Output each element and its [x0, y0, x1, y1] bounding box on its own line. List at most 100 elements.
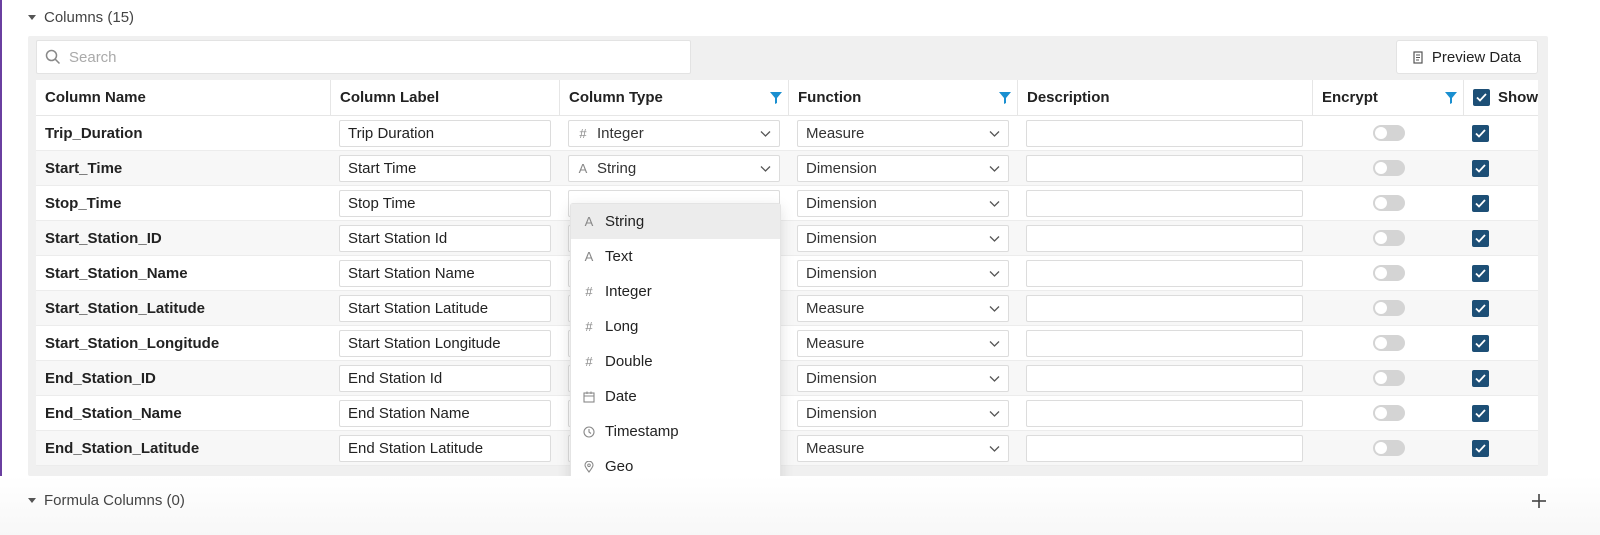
column-label-input[interactable]: Start Station Name — [339, 259, 551, 287]
encrypt-toggle[interactable] — [1372, 265, 1405, 281]
show-checkbox[interactable] — [1472, 404, 1489, 422]
description-input[interactable] — [1026, 399, 1303, 427]
table-row: Start_Time Start Time A String Dimension — [36, 151, 1538, 186]
columns-section-toggle[interactable]: Columns (15) — [28, 9, 134, 26]
dropdown-option-label: Geo — [605, 458, 634, 475]
formula-section-title: Formula Columns (0) — [44, 492, 185, 509]
chevron-down-icon — [989, 235, 1000, 242]
filter-icon[interactable] — [1445, 91, 1457, 104]
dropdown-option-string[interactable]: A String — [571, 204, 780, 239]
check-icon — [1475, 373, 1486, 383]
number-type-icon: # — [585, 284, 593, 299]
show-checkbox[interactable] — [1472, 124, 1489, 142]
dropdown-option-label: Integer — [605, 283, 652, 300]
encrypt-toggle[interactable] — [1372, 160, 1405, 176]
chevron-down-icon — [760, 130, 771, 137]
column-type-select[interactable]: # Integer — [568, 119, 780, 147]
function-select[interactable]: Dimension — [797, 399, 1009, 427]
filter-icon[interactable] — [999, 91, 1011, 104]
search-input[interactable] — [69, 48, 669, 66]
function-select[interactable]: Dimension — [797, 224, 1009, 252]
description-input[interactable] — [1026, 119, 1303, 147]
function-select[interactable]: Measure — [797, 434, 1009, 462]
search-box[interactable] — [36, 40, 691, 74]
function-select[interactable]: Measure — [797, 119, 1009, 147]
dropdown-option-long[interactable]: # Long — [571, 309, 780, 344]
show-checkbox[interactable] — [1472, 299, 1489, 317]
header-description[interactable]: Description — [1018, 79, 1313, 116]
dropdown-option-timestamp[interactable]: Timestamp — [571, 414, 780, 449]
show-checkbox[interactable] — [1472, 264, 1489, 282]
preview-data-icon — [1413, 50, 1423, 64]
column-label-input[interactable]: Start Time — [339, 154, 551, 182]
encrypt-toggle[interactable] — [1372, 300, 1405, 316]
description-input[interactable] — [1026, 434, 1303, 462]
dropdown-option-label: String — [605, 213, 645, 230]
encrypt-toggle[interactable] — [1372, 370, 1405, 386]
function-select[interactable]: Measure — [797, 294, 1009, 322]
preview-data-button[interactable]: Preview Data — [1396, 40, 1538, 74]
check-icon — [1476, 93, 1487, 102]
column-type-select[interactable]: A String — [568, 154, 780, 182]
column-label-input[interactable]: Start Station Latitude — [339, 294, 551, 322]
encrypt-toggle[interactable] — [1372, 195, 1405, 211]
show-checkbox[interactable] — [1472, 194, 1489, 212]
description-input[interactable] — [1026, 259, 1303, 287]
number-type-icon: # — [585, 354, 593, 369]
encrypt-toggle[interactable] — [1372, 125, 1405, 141]
type-icon: A — [578, 160, 588, 176]
show-checkbox[interactable] — [1472, 229, 1489, 247]
add-formula-icon[interactable] — [1530, 492, 1548, 510]
dropdown-option-text[interactable]: A Text — [571, 239, 780, 274]
check-icon — [1475, 233, 1486, 243]
function-select[interactable]: Measure — [797, 329, 1009, 357]
header-show[interactable]: Show — [1464, 80, 1538, 116]
function-value: Dimension — [806, 264, 877, 282]
column-label-input[interactable]: Trip Duration — [339, 119, 551, 147]
description-input[interactable] — [1026, 154, 1303, 182]
column-name: Stop_Time — [45, 194, 122, 212]
header-column-name[interactable]: Column Name — [36, 79, 331, 116]
header-column-type[interactable]: Column Type — [560, 79, 789, 116]
show-checkbox[interactable] — [1472, 369, 1489, 387]
dropdown-option-label: Double — [605, 353, 653, 370]
encrypt-toggle[interactable] — [1372, 230, 1405, 246]
description-input[interactable] — [1026, 189, 1303, 217]
column-label-input[interactable]: End Station Name — [339, 399, 551, 427]
dropdown-option-integer[interactable]: # Integer — [571, 274, 780, 309]
caret-down-icon — [28, 498, 36, 503]
chevron-down-icon — [989, 375, 1000, 382]
function-select[interactable]: Dimension — [797, 189, 1009, 217]
dropdown-option-double[interactable]: # Double — [571, 344, 780, 379]
function-select[interactable]: Dimension — [797, 259, 1009, 287]
show-checkbox[interactable] — [1472, 159, 1489, 177]
show-all-checkbox[interactable] — [1473, 89, 1490, 106]
column-label-input[interactable]: Start Station Id — [339, 224, 551, 252]
column-label-input[interactable]: Start Station Longitude — [339, 329, 551, 357]
show-checkbox[interactable] — [1472, 439, 1489, 457]
function-select[interactable]: Dimension — [797, 154, 1009, 182]
function-select[interactable]: Dimension — [797, 364, 1009, 392]
description-input[interactable] — [1026, 364, 1303, 392]
encrypt-toggle[interactable] — [1372, 335, 1405, 351]
encrypt-toggle[interactable] — [1372, 440, 1405, 456]
header-encrypt[interactable]: Encrypt — [1313, 79, 1464, 116]
description-input[interactable] — [1026, 224, 1303, 252]
chevron-down-icon — [989, 270, 1000, 277]
encrypt-toggle[interactable] — [1372, 405, 1405, 421]
dropdown-option-date[interactable]: Date — [571, 379, 780, 414]
description-input[interactable] — [1026, 329, 1303, 357]
columns-table: Column Name Column Label Column Type Fun… — [36, 79, 1538, 466]
header-function[interactable]: Function — [789, 79, 1018, 116]
column-label-input[interactable]: End Station Latitude — [339, 434, 551, 462]
column-label-input[interactable]: Stop Time — [339, 189, 551, 217]
dropdown-option-label: Date — [605, 388, 637, 405]
filter-icon[interactable] — [770, 91, 782, 104]
column-label-input[interactable]: End Station Id — [339, 364, 551, 392]
header-column-label[interactable]: Column Label — [331, 79, 560, 116]
show-checkbox[interactable] — [1472, 334, 1489, 352]
description-input[interactable] — [1026, 294, 1303, 322]
preview-data-label: Preview Data — [1431, 48, 1522, 66]
formula-section-toggle[interactable]: Formula Columns (0) — [28, 492, 185, 509]
chevron-down-icon — [989, 410, 1000, 417]
